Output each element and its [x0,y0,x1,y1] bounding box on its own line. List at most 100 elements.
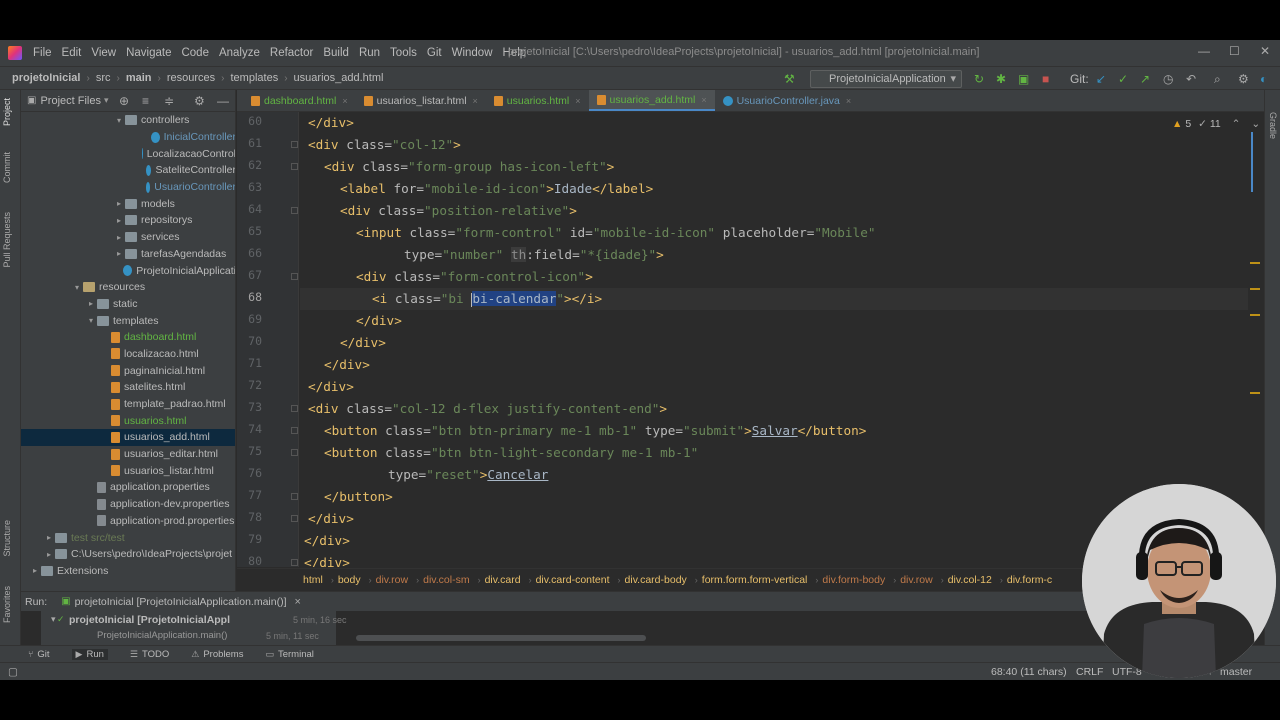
code-line[interactable]: <div class="col-12 d-flex justify-conten… [304,401,667,417]
breadcrumb-item[interactable]: resources [167,72,215,84]
tool-window-git[interactable]: ⑂ Git [28,649,50,660]
code-line[interactable]: </div> [304,555,350,567]
side-tab-commit[interactable]: Commit [2,152,12,183]
expand-all-icon[interactable]: ≡ [142,94,149,108]
close-icon[interactable]: ✕ [1260,44,1270,58]
tree-item[interactable]: ▸ tarefasAgendadas [21,246,235,263]
tree-item[interactable]: satelites.html [21,379,235,396]
tree-item[interactable]: dashboard.html [21,329,235,346]
code-line[interactable]: type="number" th:field="*{idade}"> [304,247,664,263]
git-push-icon[interactable]: ↗ [1140,72,1150,86]
scroll-thumb[interactable] [1251,132,1253,192]
menu-item-build[interactable]: Build [318,47,354,59]
menu-item-view[interactable]: View [86,47,121,59]
code-editor[interactable]: </div> <div class="col-12"> <div class="fo… [300,112,1248,567]
code-line[interactable]: </div> [304,511,354,527]
editor-scrollbar[interactable] [1248,112,1264,567]
menu-item-tools[interactable]: Tools [385,47,422,59]
chevron-up-icon[interactable]: ⌃ [1232,118,1241,130]
tree-item[interactable]: ▸ test src/test [21,529,235,546]
tool-window-terminal[interactable]: ▭ Terminal [265,649,313,660]
code-line[interactable]: <input class="form-control" id="mobile-i… [304,225,875,241]
breadcrumb-item[interactable]: src [96,72,111,84]
tree-item[interactable]: ▸ models [21,195,235,212]
stop-icon[interactable]: ■ [1042,72,1049,86]
tree-item[interactable]: ▾ resources [21,279,235,296]
line-separator[interactable]: CRLF [1076,666,1103,678]
html-breadcrumb-item[interactable]: div.form-c [1007,574,1052,586]
html-breadcrumb-item[interactable]: html [303,574,323,586]
menu-item-refactor[interactable]: Refactor [265,47,318,59]
code-line[interactable]: <div class="position-relative"> [304,203,577,219]
html-breadcrumb-item[interactable]: div.row [900,574,932,586]
chevron-right-icon[interactable]: ▸ [113,249,125,258]
editor-tab[interactable]: UsuarioController.java × [715,90,860,111]
horizontal-scrollbar[interactable] [356,635,646,641]
collapse-all-icon[interactable]: ≑ [164,94,174,108]
code-line[interactable]: <i class="bi bi-calendar"></i> [304,291,602,307]
close-icon[interactable]: × [575,96,580,106]
tree-item[interactable]: SateliteController [21,162,235,179]
warning-marker[interactable] [1250,288,1260,290]
gear-icon[interactable]: ⚙ [1238,72,1249,86]
html-breadcrumb-item[interactable]: body [338,574,361,586]
fold-marker-icon[interactable] [291,405,298,412]
code-line[interactable]: </div> [304,335,386,351]
code-line[interactable]: <div class="form-group has-icon-left"> [304,159,614,175]
code-line[interactable]: <button class="btn btn-primary me-1 mb-1… [304,423,866,439]
updates-icon[interactable]: ◐ [1260,72,1267,86]
fold-marker-icon[interactable] [291,559,298,566]
side-tab-structure[interactable]: Structure [2,520,12,557]
html-breadcrumb-item[interactable]: div.col-12 [948,574,992,586]
tree-item[interactable]: ▸ static [21,296,235,313]
html-breadcrumb-item[interactable]: div.card [485,574,521,586]
tree-item[interactable]: usuarios_editar.html [21,446,235,463]
code-line[interactable]: <div class="col-12"> [304,137,461,153]
tree-item[interactable]: ▸ Extensions [21,563,235,580]
menu-item-run[interactable]: Run [354,47,385,59]
chevron-right-icon[interactable]: ▸ [113,199,125,208]
history-icon[interactable]: ◷ [1163,72,1173,86]
run-configuration-select[interactable]: ProjetoInicialApplication [810,70,962,88]
rollback-icon[interactable]: ↶ [1186,72,1196,86]
tree-item[interactable]: application-dev.properties [21,496,235,513]
close-icon[interactable]: × [846,96,851,106]
side-tab-gradle[interactable]: Gradle [1268,112,1278,139]
search-icon[interactable]: ⌕ [1214,72,1221,87]
tree-item[interactable]: usuarios_add.html [21,429,235,446]
chevron-down-icon[interactable]: ▾ [85,316,97,325]
run-tree-subitem[interactable]: ProjetoInicialApplication.main() [97,630,227,641]
menu-item-edit[interactable]: Edit [57,47,87,59]
tool-window-problems[interactable]: ⚠ Problems [191,649,243,660]
gear-icon[interactable]: ⚙ [194,94,205,108]
chevron-down-icon[interactable]: ▾ [113,116,125,125]
close-icon[interactable]: × [473,96,478,106]
breadcrumb-item[interactable]: usuarios_add.html [294,72,384,84]
chevron-down-icon[interactable]: ⌄ [1251,118,1260,130]
close-icon[interactable]: × [701,95,706,105]
side-tab-project[interactable]: Project [2,98,12,126]
code-line[interactable]: </div> [304,357,370,373]
fold-marker-icon[interactable] [291,449,298,456]
tree-item[interactable]: ▸ services [21,229,235,246]
tree-item[interactable]: usuarios_listar.html [21,462,235,479]
fold-marker-icon[interactable] [291,141,298,148]
code-line[interactable]: <label for="mobile-id-icon">Idade</label… [304,181,653,197]
minimize-icon[interactable]: — [1198,44,1210,58]
hammer-icon[interactable]: ⚒ [784,72,795,86]
breadcrumb-item[interactable]: main [126,72,152,84]
editor-tab[interactable]: usuarios_add.html × [588,90,715,111]
fold-marker-icon[interactable] [291,207,298,214]
breadcrumb-item[interactable]: projetoInicial [12,72,80,84]
fold-marker-icon[interactable] [291,163,298,170]
fold-marker-icon[interactable] [291,273,298,280]
code-line[interactable]: </div> [304,115,354,131]
tree-item[interactable]: UsuarioController [21,179,235,196]
html-breadcrumb-item[interactable]: div.form-body [822,574,885,586]
tool-window-run[interactable]: ▶ Run [71,648,108,660]
tree-item[interactable]: ▾ controllers [21,112,235,129]
run-tab[interactable]: projetoInicial [ProjetoInicialApplicatio… [75,596,287,608]
tree-item[interactable]: localizacao.html [21,346,235,363]
debug-icon[interactable]: ✱ [996,72,1006,86]
fold-marker-icon[interactable] [291,515,298,522]
